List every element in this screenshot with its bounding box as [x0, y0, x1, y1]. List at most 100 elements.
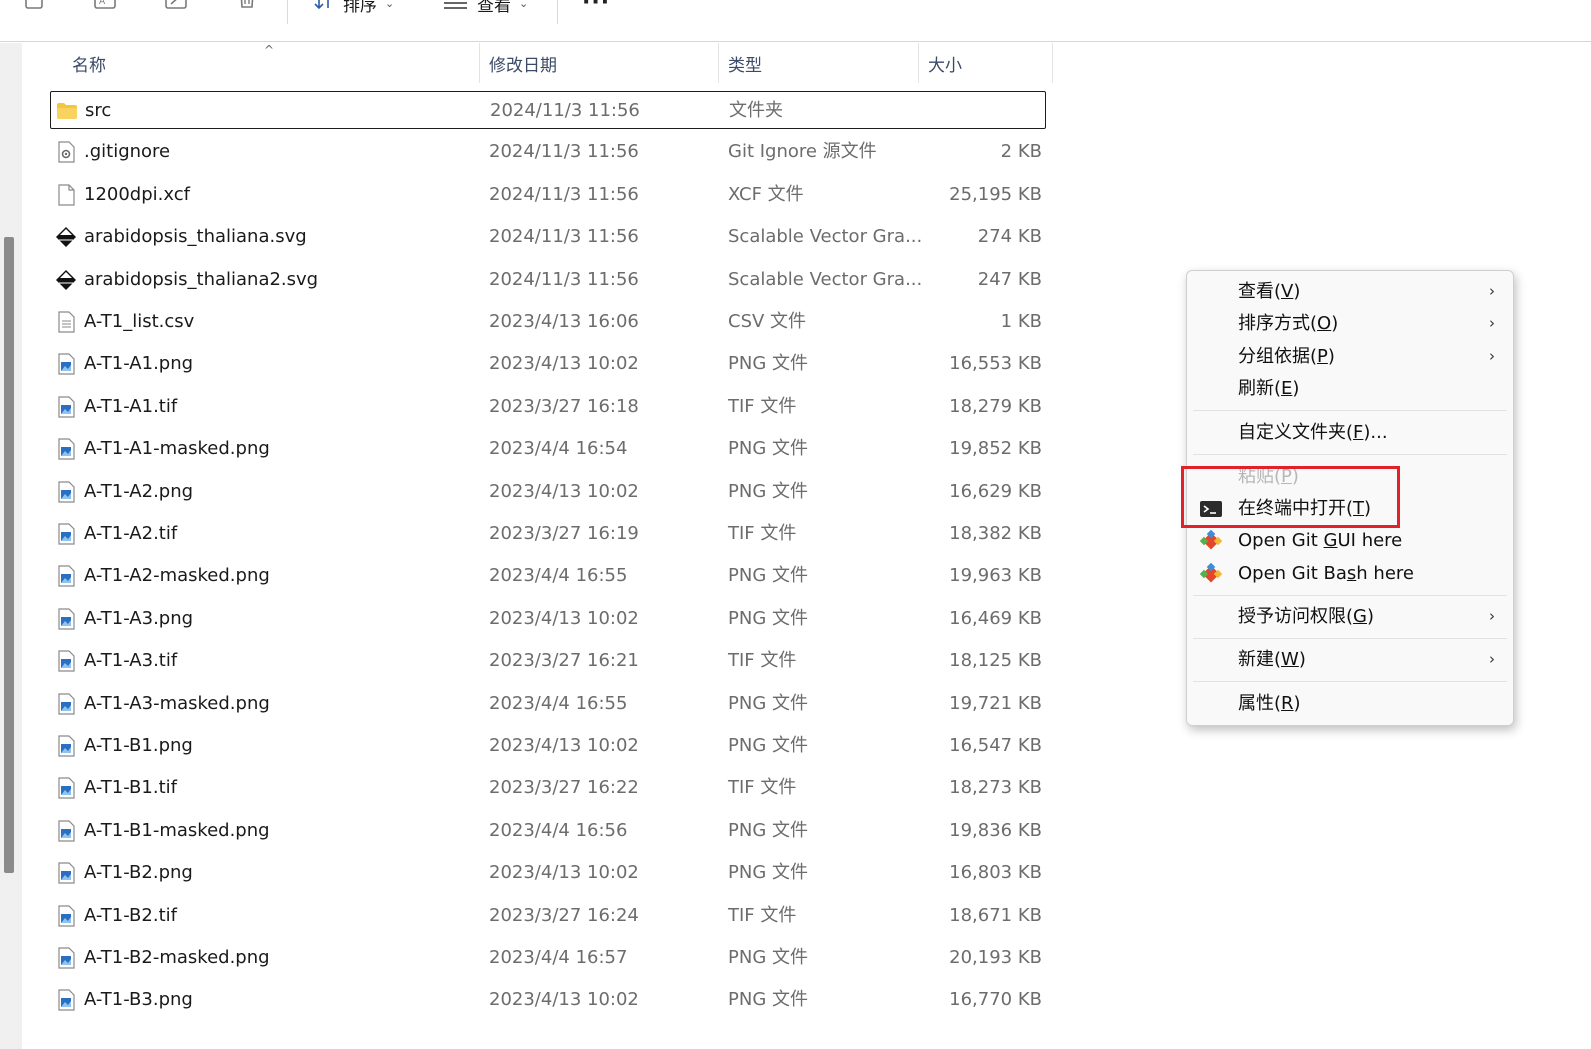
file-row[interactable]: src 2024/11/3 11:56 文件夹	[50, 91, 1046, 129]
menu-item-customize-folder[interactable]: 自定义文件夹(F)...	[1187, 417, 1513, 449]
menu-item-open-git-bash-label: Open Git Bash here	[1238, 563, 1414, 584]
menu-item-properties[interactable]: 属性(R)	[1187, 688, 1513, 720]
file-row[interactable]: A-T1-A1.tif 2023/3/27 16:18 TIF 文件 18,279 K…	[50, 388, 1046, 426]
file-row[interactable]: A-T1-B2.png 2023/4/13 10:02 PNG 文件 16,803 K…	[50, 854, 1046, 892]
file-size: 16,629 KB	[949, 481, 1042, 502]
share-icon[interactable]	[164, 0, 188, 12]
file-size: 19,852 KB	[949, 438, 1042, 459]
file-type: CSV 文件	[728, 311, 807, 332]
file-type: PNG 文件	[728, 735, 808, 756]
file-date: 2023/4/13 10:02	[489, 608, 639, 629]
file-date: 2024/11/3 11:56	[489, 269, 639, 290]
blank-file-icon	[55, 184, 77, 206]
file-size: 19,963 KB	[949, 565, 1042, 586]
file-type: TIF 文件	[728, 650, 797, 671]
menu-separator	[1193, 454, 1507, 455]
file-date: 2024/11/3 11:56	[489, 226, 639, 247]
image-file-icon	[55, 438, 77, 460]
column-divider[interactable]	[918, 43, 919, 83]
file-size: 20,193 KB	[949, 947, 1042, 968]
scrollbar-thumb[interactable]	[4, 237, 14, 873]
menu-separator	[1193, 681, 1507, 682]
menu-item-open-git-gui[interactable]: Open Git GUI here	[1187, 525, 1513, 557]
chevron-right-icon: ›	[1489, 650, 1495, 668]
column-header-name[interactable]: 名称	[72, 43, 106, 83]
file-row[interactable]: A-T1_list.csv 2023/4/13 16:06 CSV 文件 1 KB	[50, 303, 1046, 341]
file-name: A-T1-A3-masked.png	[84, 693, 270, 714]
menu-item-refresh[interactable]: 刷新(E)	[1187, 373, 1513, 405]
menu-item-open-git-gui-label: Open Git GUI here	[1238, 530, 1403, 551]
chevron-right-icon: ›	[1489, 607, 1495, 625]
file-row[interactable]: A-T1-A3.tif 2023/3/27 16:21 TIF 文件 18,125 K…	[50, 642, 1046, 680]
file-row[interactable]: A-T1-A3-masked.png 2023/4/4 16:55 PNG 文件 19…	[50, 685, 1046, 723]
file-type: PNG 文件	[728, 820, 808, 841]
view-button[interactable]: 查看 ⌄	[443, 0, 529, 16]
file-size: 247 KB	[977, 269, 1042, 290]
column-divider[interactable]	[479, 43, 480, 83]
file-size: 16,803 KB	[949, 862, 1042, 883]
file-name: A-T1-B2.tif	[84, 905, 177, 926]
file-date: 2023/4/4 16:55	[489, 693, 628, 714]
delete-icon[interactable]	[235, 0, 259, 12]
image-file-icon	[55, 989, 77, 1011]
column-divider[interactable]	[718, 43, 719, 83]
image-file-icon	[55, 735, 77, 757]
copy-icon[interactable]	[22, 0, 46, 12]
file-row[interactable]: A-T1-B1.tif 2023/3/27 16:22 TIF 文件 18,273 K…	[50, 769, 1046, 807]
file-name: A-T1-B1.png	[84, 735, 193, 756]
more-options-button[interactable]: ···	[582, 0, 610, 15]
file-type: PNG 文件	[728, 947, 808, 968]
menu-item-group-by[interactable]: 分组依据(P) ›	[1187, 341, 1513, 373]
file-row[interactable]: .gitignore 2024/11/3 11:56 Git Ignore 源文件 2…	[50, 133, 1046, 171]
chevron-down-icon: ⌄	[519, 0, 529, 10]
file-date: 2023/4/13 10:02	[489, 989, 639, 1010]
file-type: TIF 文件	[728, 523, 797, 544]
file-row[interactable]: A-T1-B3.png 2023/4/13 10:02 PNG 文件 16,770 K…	[50, 981, 1046, 1019]
file-row[interactable]: A-T1-B2-masked.png 2023/4/4 16:57 PNG 文件 20…	[50, 939, 1046, 977]
vertical-scrollbar[interactable]	[0, 43, 22, 1049]
file-type: Scalable Vector Gra...	[728, 226, 923, 247]
file-date: 2023/4/13 10:02	[489, 862, 639, 883]
file-row[interactable]: A-T1-B2.tif 2023/3/27 16:24 TIF 文件 18,671 K…	[50, 897, 1046, 935]
file-row[interactable]: 1200dpi.xcf 2024/11/3 11:56 XCF 文件 25,195 K…	[50, 176, 1046, 214]
menu-item-give-access[interactable]: 授予访问权限(G) ›	[1187, 601, 1513, 633]
menu-item-give-access-label: 授予访问权限(G)	[1238, 606, 1375, 627]
menu-item-open-git-bash[interactable]: Open Git Bash here	[1187, 558, 1513, 590]
file-row[interactable]: A-T1-B1-masked.png 2023/4/4 16:56 PNG 文件 19…	[50, 812, 1046, 850]
column-header-date[interactable]: 修改日期	[489, 43, 557, 83]
image-file-icon	[55, 820, 77, 842]
column-header-size[interactable]: 大小	[928, 43, 962, 83]
menu-item-sort-by[interactable]: 排序方式(O) ›	[1187, 308, 1513, 340]
image-file-icon	[55, 693, 77, 715]
file-type: PNG 文件	[728, 693, 808, 714]
column-header-type[interactable]: 类型	[728, 43, 762, 83]
rename-icon[interactable]: A	[93, 0, 117, 12]
file-row[interactable]: arabidopsis_thaliana2.svg 2024/11/3 11:56…	[50, 261, 1046, 299]
sort-ascending-icon: ^	[264, 43, 275, 57]
view-icon	[444, 2, 467, 9]
menu-item-new[interactable]: 新建(W) ›	[1187, 644, 1513, 676]
file-row[interactable]: arabidopsis_thaliana.svg 2024/11/3 11:56 S…	[50, 218, 1046, 256]
menu-separator	[1193, 638, 1507, 639]
file-row[interactable]: A-T1-A1.png 2023/4/13 10:02 PNG 文件 16,553 K…	[50, 345, 1046, 383]
image-file-icon	[55, 523, 77, 545]
file-type: XCF 文件	[728, 184, 804, 205]
sort-button[interactable]: 排序 ⌄	[313, 0, 395, 16]
column-divider[interactable]	[1052, 43, 1053, 83]
chevron-down-icon: ⌄	[385, 0, 395, 10]
file-size: 19,721 KB	[949, 693, 1042, 714]
file-row[interactable]: A-T1-A3.png 2023/4/13 10:02 PNG 文件 16,469 K…	[50, 600, 1046, 638]
file-row[interactable]: A-T1-A2.tif 2023/3/27 16:19 TIF 文件 18,382 K…	[50, 515, 1046, 553]
file-row[interactable]: A-T1-B1.png 2023/4/13 10:02 PNG 文件 16,547 K…	[50, 727, 1046, 765]
file-row[interactable]: A-T1-A1-masked.png 2023/4/4 16:54 PNG 文件 19…	[50, 430, 1046, 468]
file-row[interactable]: A-T1-A2.png 2023/4/13 10:02 PNG 文件 16,629 K…	[50, 473, 1046, 511]
view-button-label: 查看	[477, 0, 511, 16]
file-row[interactable]: A-T1-A2-masked.png 2023/4/4 16:55 PNG 文件 19…	[50, 557, 1046, 595]
chevron-right-icon: ›	[1489, 314, 1495, 332]
menu-item-view[interactable]: 查看(V) ›	[1187, 276, 1513, 308]
svg-text:A: A	[99, 0, 106, 7]
file-name: A-T1-B2-masked.png	[84, 947, 270, 968]
file-date: 2024/11/3 11:56	[489, 184, 639, 205]
file-size: 18,382 KB	[949, 523, 1042, 544]
inkscape-icon	[55, 269, 77, 291]
